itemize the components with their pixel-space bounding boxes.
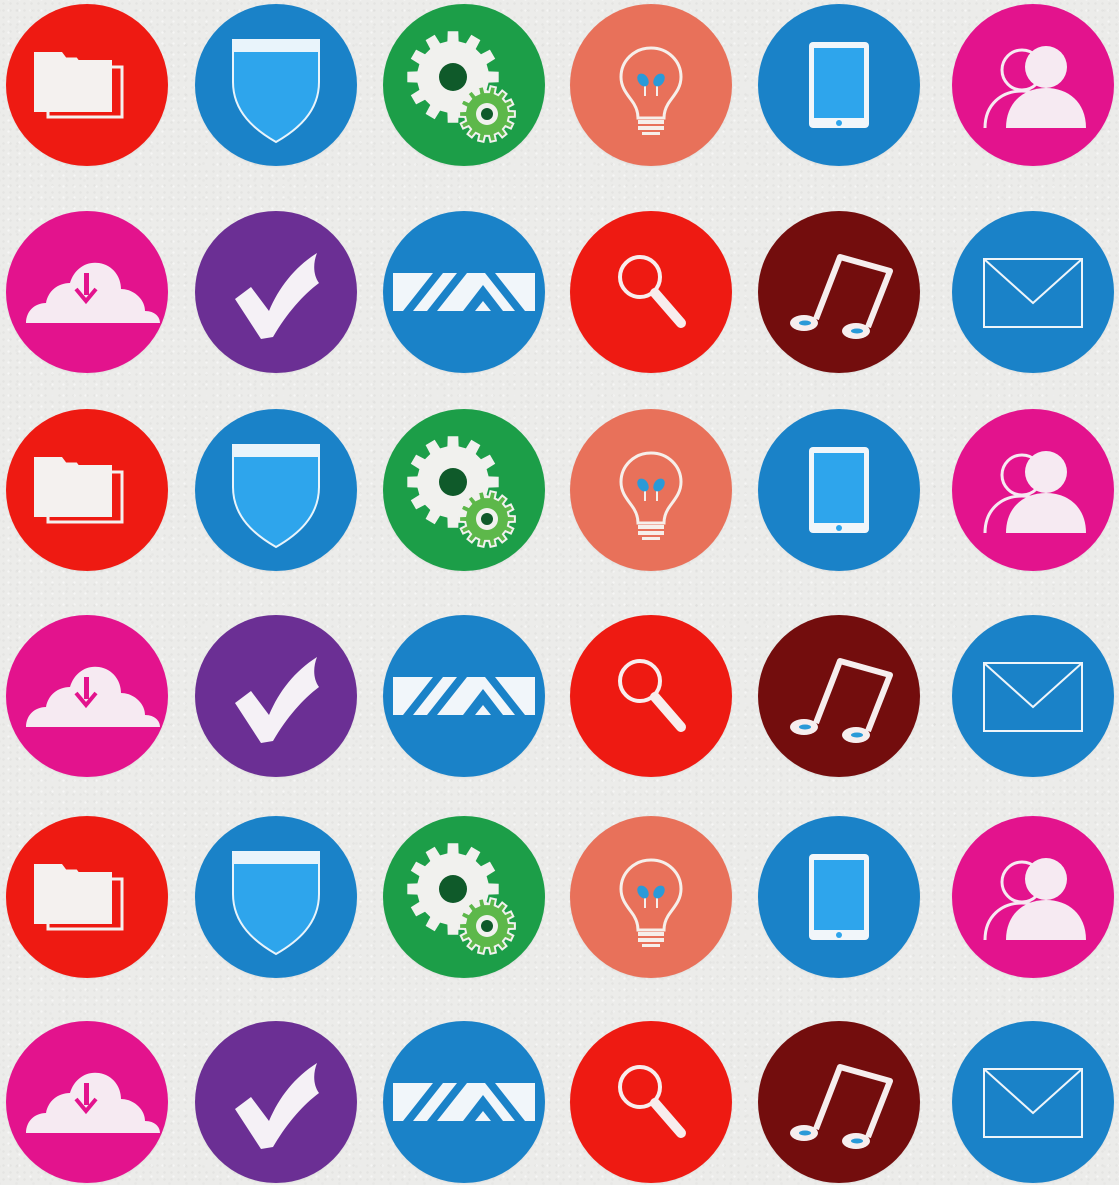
users-tile[interactable] bbox=[952, 409, 1114, 571]
checkmark-tile[interactable] bbox=[195, 211, 357, 373]
cloud-download-tile[interactable] bbox=[6, 211, 168, 373]
tablet-icon bbox=[809, 854, 869, 940]
music-note-tile[interactable] bbox=[758, 1021, 920, 1183]
chevron-pattern-icon bbox=[393, 1083, 535, 1121]
mail-icon bbox=[983, 662, 1083, 732]
music-note-tile[interactable] bbox=[758, 615, 920, 777]
lightbulb-tile[interactable] bbox=[570, 4, 732, 166]
lightbulb-icon bbox=[619, 858, 683, 947]
chevron-pattern-icon bbox=[393, 273, 535, 311]
mail-tile[interactable] bbox=[952, 211, 1114, 373]
users-tile[interactable] bbox=[952, 816, 1114, 978]
search-icon bbox=[618, 255, 686, 328]
users-tile[interactable] bbox=[952, 4, 1114, 166]
shield-icon bbox=[232, 444, 320, 549]
music-note-icon bbox=[790, 1064, 893, 1149]
search-icon bbox=[618, 1065, 686, 1138]
music-note-tile[interactable] bbox=[758, 211, 920, 373]
folders-icon bbox=[34, 864, 124, 931]
chevron-pattern-icon bbox=[393, 677, 535, 715]
chevron-pattern-tile[interactable] bbox=[383, 615, 545, 777]
chevron-pattern-tile[interactable] bbox=[383, 1021, 545, 1183]
users-icon bbox=[983, 46, 1086, 129]
checkmark-icon bbox=[235, 253, 319, 339]
search-tile[interactable] bbox=[570, 211, 732, 373]
cloud-download-tile[interactable] bbox=[6, 615, 168, 777]
tablet-icon bbox=[809, 42, 869, 128]
mail-tile[interactable] bbox=[952, 615, 1114, 777]
users-icon bbox=[983, 451, 1086, 534]
search-tile[interactable] bbox=[570, 1021, 732, 1183]
gears-tile[interactable] bbox=[383, 4, 545, 166]
mail-tile[interactable] bbox=[952, 1021, 1114, 1183]
shield-tile[interactable] bbox=[195, 409, 357, 571]
mail-icon bbox=[983, 258, 1083, 328]
gears-icon bbox=[407, 436, 516, 548]
lightbulb-icon bbox=[619, 451, 683, 540]
tablet-tile[interactable] bbox=[758, 816, 920, 978]
gears-icon bbox=[407, 843, 516, 955]
folders-tile[interactable] bbox=[6, 4, 168, 166]
cloud-download-tile[interactable] bbox=[6, 1021, 168, 1183]
folders-icon bbox=[34, 457, 124, 524]
checkmark-tile[interactable] bbox=[195, 1021, 357, 1183]
cloud-download-icon bbox=[26, 1072, 160, 1133]
folders-tile[interactable] bbox=[6, 816, 168, 978]
shield-icon bbox=[232, 851, 320, 956]
lightbulb-tile[interactable] bbox=[570, 409, 732, 571]
tablet-icon bbox=[809, 447, 869, 533]
icon-grid bbox=[0, 0, 1119, 1185]
folders-icon bbox=[34, 52, 124, 119]
folders-tile[interactable] bbox=[6, 409, 168, 571]
users-icon bbox=[983, 858, 1086, 941]
cloud-download-icon bbox=[26, 666, 160, 727]
shield-tile[interactable] bbox=[195, 816, 357, 978]
search-icon bbox=[618, 659, 686, 732]
gears-tile[interactable] bbox=[383, 816, 545, 978]
gears-icon bbox=[407, 31, 516, 143]
checkmark-icon bbox=[235, 1063, 319, 1149]
tablet-tile[interactable] bbox=[758, 409, 920, 571]
search-tile[interactable] bbox=[570, 615, 732, 777]
chevron-pattern-tile[interactable] bbox=[383, 211, 545, 373]
music-note-icon bbox=[790, 658, 893, 743]
shield-icon bbox=[232, 39, 320, 144]
lightbulb-tile[interactable] bbox=[570, 816, 732, 978]
shield-tile[interactable] bbox=[195, 4, 357, 166]
mail-icon bbox=[983, 1068, 1083, 1138]
music-note-icon bbox=[790, 254, 893, 339]
lightbulb-icon bbox=[619, 46, 683, 135]
checkmark-tile[interactable] bbox=[195, 615, 357, 777]
tablet-tile[interactable] bbox=[758, 4, 920, 166]
gears-tile[interactable] bbox=[383, 409, 545, 571]
cloud-download-icon bbox=[26, 262, 160, 323]
checkmark-icon bbox=[235, 657, 319, 743]
